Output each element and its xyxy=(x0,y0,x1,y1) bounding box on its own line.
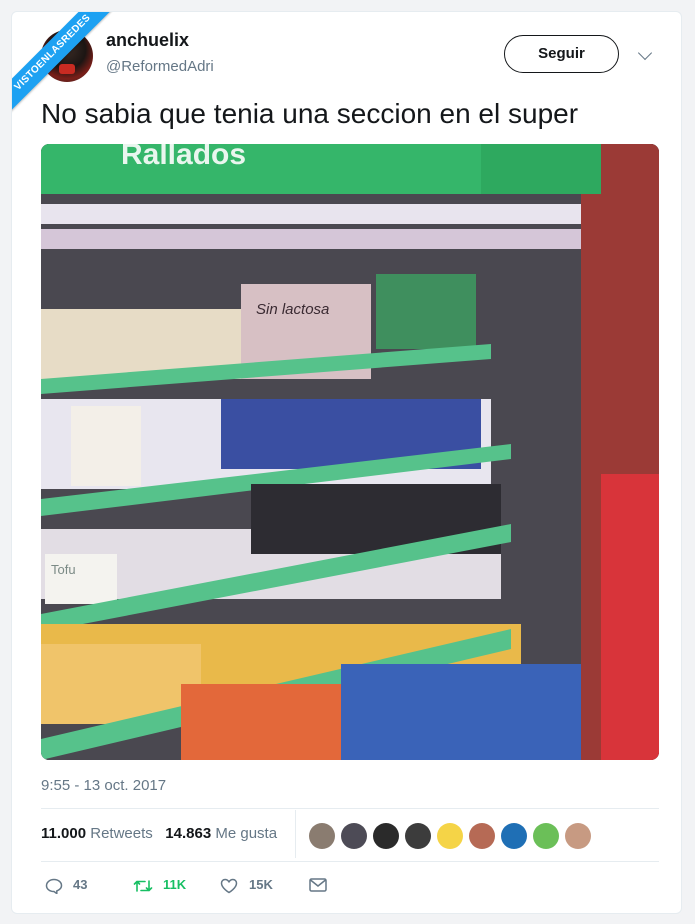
user-handle[interactable]: @ReformedAdri xyxy=(106,58,214,75)
like-icon xyxy=(220,878,238,894)
liker-avatar[interactable] xyxy=(469,823,495,849)
like-count: 15K xyxy=(249,877,273,892)
divider xyxy=(41,861,659,862)
likes-label[interactable]: Me gusta xyxy=(215,825,277,842)
tweet-text: No sabia que tenia una seccion en el sup… xyxy=(41,98,579,129)
user-name[interactable]: anchuelix xyxy=(106,30,189,51)
reply-count: 43 xyxy=(73,877,88,892)
liker-avatar[interactable] xyxy=(501,823,527,849)
pack-text-1: Sin lactosa xyxy=(256,301,329,318)
liker-avatar[interactable] xyxy=(405,823,431,849)
tweet-card: VISTOENLASREDES anchuelix @ReformedAdri … xyxy=(11,11,682,914)
reply-icon xyxy=(45,878,63,894)
liker-avatar[interactable] xyxy=(437,823,463,849)
engagement-stats: 11.000 Retweets 14.863 Me gusta xyxy=(41,825,277,842)
tweet-photo[interactable]: Rallados Sin lactosa Tofu xyxy=(41,144,659,760)
chevron-down-icon[interactable] xyxy=(637,45,653,61)
reply-action[interactable]: 43 xyxy=(45,877,88,894)
liker-avatar[interactable] xyxy=(309,823,335,849)
liker-avatar[interactable] xyxy=(341,823,367,849)
retweets-count[interactable]: 11.000 xyxy=(41,825,86,842)
tofu-label: Tofu xyxy=(51,562,76,577)
liker-avatar[interactable] xyxy=(565,823,591,849)
liker-avatar[interactable] xyxy=(373,823,399,849)
follow-button[interactable]: Seguir xyxy=(504,35,619,73)
dm-icon xyxy=(309,878,327,892)
like-action[interactable]: 15K xyxy=(220,877,273,894)
vertical-divider xyxy=(295,810,296,858)
retweets-label[interactable]: Retweets xyxy=(90,825,153,842)
retweet-action[interactable]: 11K xyxy=(133,877,186,892)
timestamp[interactable]: 9:55 - 13 oct. 2017 xyxy=(41,777,166,794)
retweet-count: 11K xyxy=(163,877,187,892)
divider xyxy=(41,808,659,809)
likes-count[interactable]: 14.863 xyxy=(165,825,211,842)
sign-text: Rallados xyxy=(121,144,246,171)
retweet-icon xyxy=(133,880,153,892)
liker-avatar[interactable] xyxy=(533,823,559,849)
